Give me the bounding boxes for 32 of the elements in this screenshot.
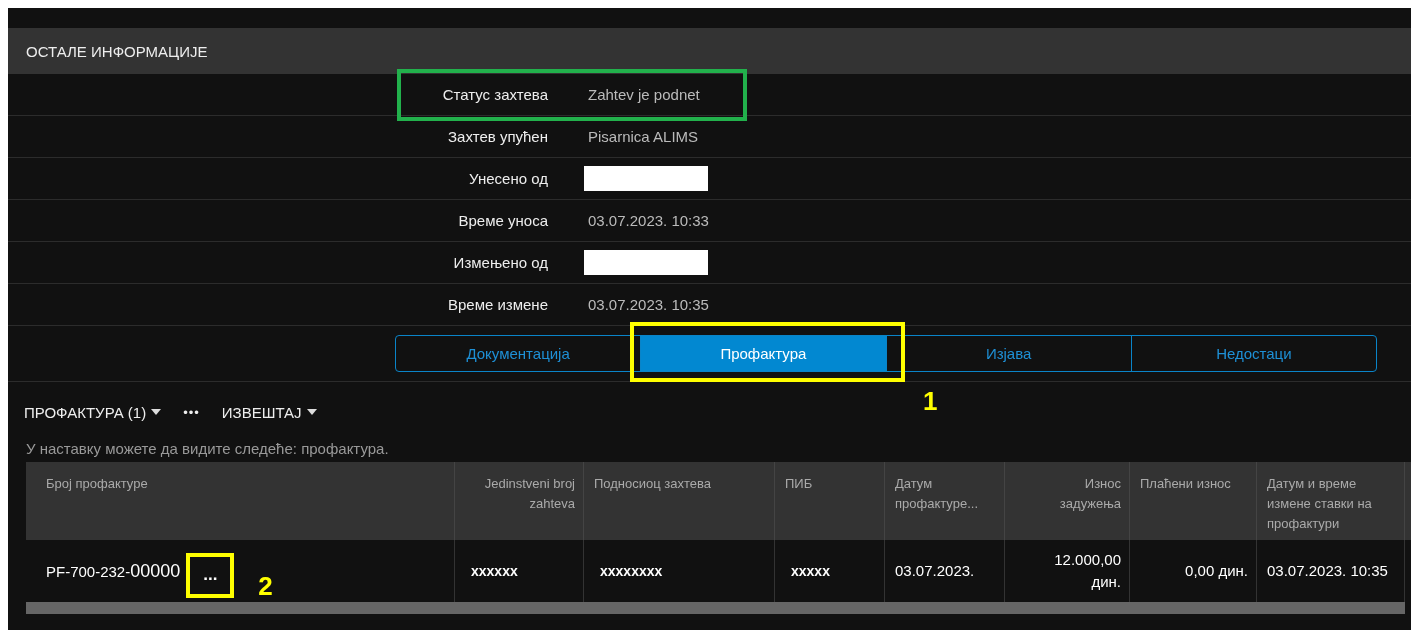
caret-icon [151, 409, 162, 415]
section-header: ОСТАЛЕ ИНФОРМАЦИЈЕ [8, 28, 1411, 74]
field-value: 03.07.2023. 10:33 [588, 212, 709, 229]
table-cell-text: 12.000,00 дин. [1053, 550, 1121, 592]
field-label: Унесено од [468, 170, 548, 187]
scrollbar[interactable] [26, 602, 1405, 614]
tab[interactable]: Изјава [886, 336, 1132, 371]
field-value: Zahtev je podnet [588, 86, 700, 103]
field-label: Измењено од [452, 254, 548, 271]
tab[interactable]: Недостаци [1131, 336, 1376, 371]
more-button[interactable]: ... [201, 565, 220, 585]
field-value: 03.07.2023. 10:35 [588, 296, 709, 313]
table-cell-text: xxxxx [791, 562, 830, 581]
invoice-number: PF-700-232-00000 [46, 559, 181, 583]
field-label: Захтев упућен [447, 128, 548, 145]
tab[interactable]: Профактура [641, 336, 887, 371]
field-value: Pisarnica ALIMS [588, 128, 699, 145]
caret-icon [306, 409, 317, 415]
table-cell-text: xxxxxx [471, 562, 518, 581]
annotation-number: 2 [258, 573, 273, 599]
table-cell-text: 03.07.2023. [895, 561, 975, 581]
dropdown-button[interactable]: ИЗВЕШТАЈ [221, 403, 317, 421]
annotation-number: 1 [923, 388, 938, 414]
field-label: Време уноса [457, 212, 548, 229]
table-cell-text: 0,00 дин. [1185, 561, 1248, 581]
field-label: Статус захтева [441, 86, 548, 103]
more-button[interactable]: ••• [183, 404, 200, 420]
table-cell-text: 03.07.2023. 10:35 [1267, 561, 1388, 581]
field-label: Време измене [446, 296, 548, 313]
description-text: У наставку можете да видите следеће: профактура. [25, 439, 390, 459]
dropdown-button[interactable]: ПРОФАКТУРА (1) [24, 403, 162, 421]
table-cell-text: xxxxxxxx [600, 562, 663, 581]
